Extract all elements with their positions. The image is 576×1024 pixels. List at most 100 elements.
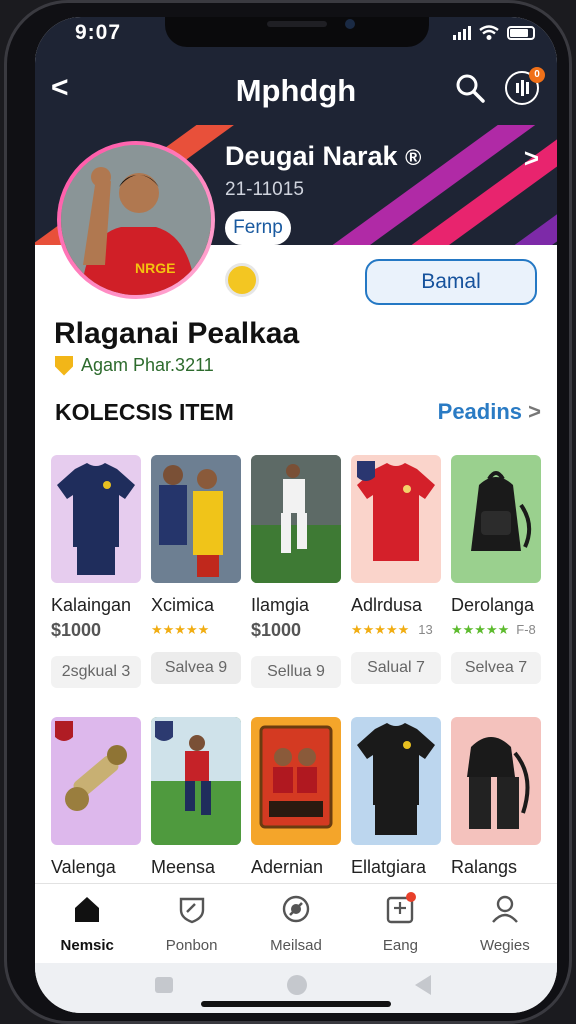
back-triangle-icon[interactable] [415,975,431,995]
item-card[interactable]: Ralangs [451,717,541,878]
item-count: 2sgkual 3 [51,656,141,688]
trading-card-icon [259,725,333,829]
item-price: $1000 [51,620,102,640]
item-image [451,717,541,845]
chevron-right-icon: > [528,399,541,424]
item-card[interactable]: Valenga [51,717,141,878]
shield-icon [55,355,73,376]
player-running-icon [251,455,341,583]
bag-pants-icon [467,737,530,829]
item-image [351,717,441,845]
search-icon[interactable] [455,73,485,103]
item-label: Valenga [51,857,116,877]
item-card[interactable]: Xcimica ★★★★★ Salvea 9 [151,455,241,684]
tab-eang[interactable]: Eang [348,884,452,963]
star-rating: ★★★★★ [351,622,410,637]
club-badge-icon [225,263,259,297]
status-time: 9:07 [75,21,122,44]
item-image [51,717,141,845]
red-jersey-icon [357,461,435,561]
chevron-right-icon[interactable]: > [524,143,539,174]
wifi-icon [479,25,499,40]
registered-mark: ® [405,145,422,170]
avatar-photo: NRGE [61,145,211,295]
profile-sub: 21-11015 [225,179,304,200]
person-sub-text: Agam Phar.3211 [81,355,214,375]
item-image [151,455,241,583]
player-kick-icon [151,717,241,845]
tab-wegies[interactable]: Wegies [453,884,557,963]
item-card[interactable]: Derolanga ★★★★★ F-8 Selvea 7 [451,455,541,684]
item-label: Ellatgiara [351,857,427,877]
tab-label: Wegies [479,937,530,954]
item-label: Meensa [151,857,216,877]
person-name: Rlaganai Pealkaa [54,317,300,350]
notch [165,17,429,47]
players-photo-icon [151,455,241,583]
jersey-icon [57,463,135,575]
speaker-icon [267,21,327,27]
recents-icon[interactable] [155,977,173,993]
rating-stars: ★★★★★ [151,622,241,638]
item-label: Derolanga [451,595,535,615]
item-label: Ilamgia [251,595,310,615]
home-icon [75,897,100,922]
rating-stars: ★★★★★ 13 [351,622,441,638]
item-image [351,455,441,583]
item-price: $1000 [251,620,302,640]
rating-note: F-8 [516,622,536,637]
item-count: Selvea 7 [451,652,541,684]
section-link[interactable]: Peadins > [438,399,541,425]
phone-frame: 9:07 < Mphdgh 0 NRGE Deugai Narak ® 21-1… [4,0,572,1024]
tab-label: Nemsic [60,937,114,954]
item-image [51,455,141,583]
star-rating: ★★★★★ [151,622,210,637]
screen: 9:07 < Mphdgh 0 NRGE Deugai Narak ® 21-1… [35,17,557,1013]
backpack-icon [471,471,532,551]
item-card[interactable]: Ellatgiara [351,717,441,878]
item-count: Salual 7 [351,652,441,684]
item-label: Xcimica [151,595,215,615]
cleat-icon [55,721,127,811]
rating-stars: ★★★★★ F-8 [451,622,541,638]
section-link-text: Peadins [437,399,523,424]
signal-icon [453,26,471,40]
black-kit-icon [357,723,435,835]
tab-home[interactable]: Nemsic [35,884,139,963]
item-label: Kalaingan [51,595,132,615]
tab-label: Eang [382,937,418,954]
item-card[interactable]: Adlrdusa ★★★★★ 13 Salual 7 [351,455,441,684]
system-nav-bar [35,963,557,1013]
svg-text:NRGE: NRGE [135,260,175,276]
shield-icon [179,897,204,924]
profile-pill[interactable]: Fernp [225,211,291,245]
home-indicator[interactable] [201,1001,391,1007]
tab-ponbon[interactable]: Ponbon [139,884,243,963]
item-count: Sellua 9 [251,656,341,688]
battery-icon [507,26,535,40]
avatar[interactable]: NRGE [57,141,215,299]
camera-icon [345,19,355,29]
ball-icon [282,895,310,923]
item-card[interactable]: Meensa [151,717,241,878]
item-label: Adlrdusa [351,595,423,615]
rating-note: 13 [418,622,433,637]
item-label: Adernian [251,857,324,877]
tab-meilsad[interactable]: Meilsad [244,884,348,963]
item-image [251,455,341,583]
item-image [251,717,341,845]
player-portrait-icon: NRGE [61,145,211,295]
star-rating: ★★★★★ [451,622,510,637]
item-card[interactable]: Adernian [251,717,341,878]
item-image [151,717,241,845]
item-image [451,455,541,583]
profile-name-text: Deugai Narak [225,141,398,171]
profile-action-button[interactable]: Bamal [365,259,537,305]
home-circle-icon[interactable] [287,975,307,995]
status-icons [453,25,535,41]
item-card[interactable]: Ilamgia $1000 Sellua 9 [251,455,341,688]
user-icon [491,895,518,923]
item-count: Salvea 9 [151,652,241,684]
section-title: KOLECSIS ITEM [55,399,234,425]
item-card[interactable]: Kalaingan $1000 2sgkual 3 [51,455,141,688]
